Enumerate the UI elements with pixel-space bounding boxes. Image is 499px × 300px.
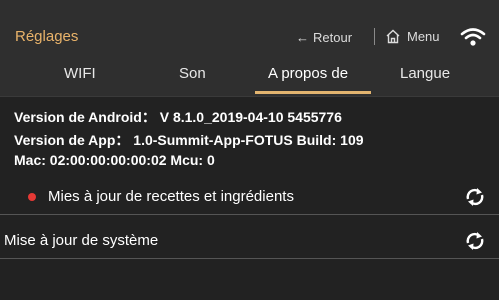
arrow-left-icon: ←: [296, 30, 309, 45]
menu-button[interactable]: Menu: [385, 29, 440, 44]
menu-label: Menu: [407, 29, 440, 44]
recipes-update-label: Mies à jour de recettes et ingrédients: [48, 188, 294, 205]
tab-a-propos[interactable]: A propos de: [268, 65, 348, 82]
page-title: Réglages: [15, 28, 79, 45]
tab-wifi[interactable]: WIFI: [64, 65, 96, 82]
tab-bar: WIFI Son A propos de Langue: [0, 58, 499, 97]
sync-icon[interactable]: [463, 229, 487, 253]
header-divider: [374, 28, 375, 45]
android-version-text: Version de Android： V 8.1.0_2019-04-10 5…: [14, 109, 342, 125]
tab-son[interactable]: Son: [179, 65, 206, 82]
notification-dot: [28, 193, 36, 201]
back-button[interactable]: ← Retour: [296, 30, 352, 45]
active-tab-indicator: [255, 91, 371, 94]
app-version-text: Version de App： 1.0-Summit-App-FOTUS Bui…: [14, 132, 364, 148]
system-update-label: Mise à jour de système: [4, 232, 159, 249]
tab-langue[interactable]: Langue: [400, 65, 450, 82]
home-icon: [386, 29, 400, 44]
sync-icon[interactable]: [463, 185, 487, 209]
back-label: Retour: [313, 30, 353, 45]
system-update-row[interactable]: Mise à jour de système: [0, 224, 499, 259]
top-bar: Réglages ← Retour Menu: [0, 0, 499, 60]
wifi-icon: [460, 28, 486, 46]
mac-text: Mac: 02:00:00:00:00:02 Mcu: 0: [14, 152, 215, 168]
recipes-update-row[interactable]: Mies à jour de recettes et ingrédients: [0, 180, 499, 215]
